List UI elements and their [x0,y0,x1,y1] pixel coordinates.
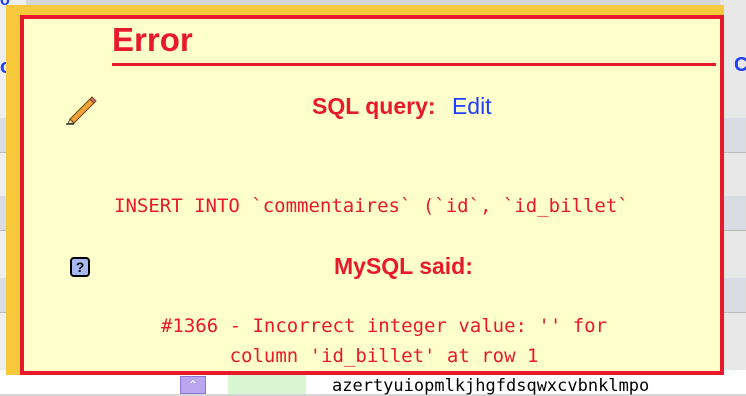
error-dialog: Error SQL query: Edit INSERT INTO `comme… [20,15,724,375]
error-message-line-1: #1366 - Incorrect integer value: '' for [160,315,608,337]
sort-up-button[interactable]: ⌃ [180,376,206,394]
table-cell-text: azertyuiopmlkjhgfdsqwxcvbnklmpo [332,376,650,396]
error-message: #1366 - Incorrect integer value: '' for … [84,311,684,371]
sql-query-line: SQL query: Edit [312,93,492,120]
error-dialog-frame: Error SQL query: Edit INSERT INTO `comme… [6,5,724,375]
table-cell-highlight [228,374,306,394]
help-icon[interactable]: ? [70,257,90,277]
error-title: Error [112,21,716,66]
sql-query-label: SQL query: [312,93,436,119]
mysql-said-label: MySQL said: [334,253,473,279]
error-message-line-2: column 'id_billet' at row 1 [229,345,539,367]
pencil-icon[interactable] [64,93,98,125]
background-link-right[interactable]: C [734,54,746,77]
sql-query-text: INSERT INTO `commentaires` (`id`, `id_bi… [114,195,629,217]
edit-link[interactable]: Edit [452,93,492,119]
